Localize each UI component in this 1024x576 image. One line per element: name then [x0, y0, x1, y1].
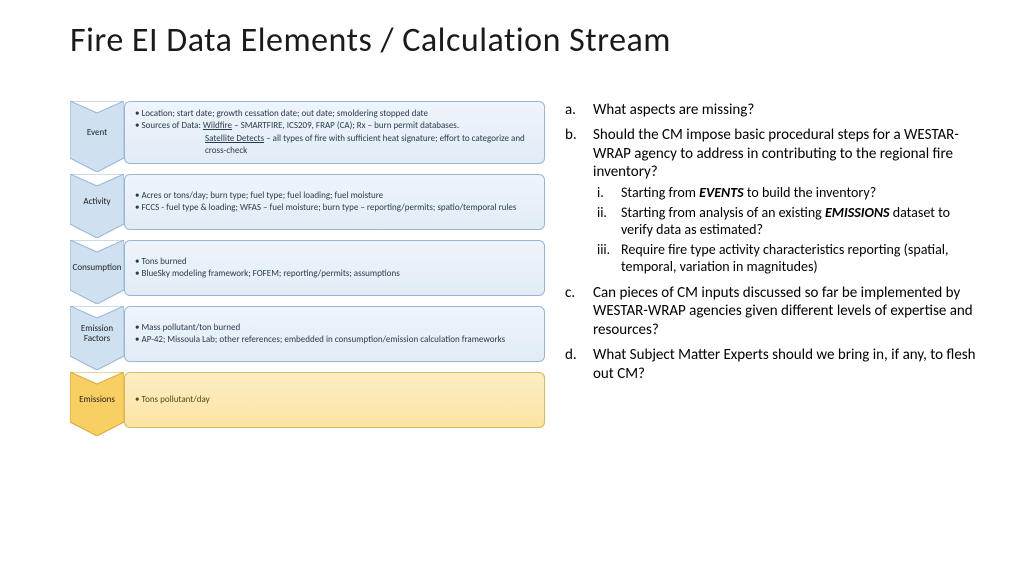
- question-item: d.What Subject Matter Experts should we …: [565, 346, 984, 384]
- stream-box: Acres or tons/day; burn type; fuel type;…: [124, 174, 545, 230]
- stream-row: Emission FactorsMass pollutant/ton burne…: [70, 306, 545, 362]
- stream-row: Emissions Tons pollutant/day: [70, 372, 545, 428]
- stream-line: Tons burned: [135, 256, 534, 268]
- sub-question-text: Starting from EVENTS to build the invent…: [621, 184, 984, 202]
- list-marker: i.: [593, 184, 621, 202]
- chevron-icon: Emissions: [70, 372, 124, 428]
- stream-diagram: Event Location; start date; growth cessat…: [70, 101, 545, 438]
- list-marker: a.: [565, 101, 593, 120]
- chevron-label: Event: [85, 128, 109, 138]
- stream-line: BlueSky modeling framework; FOFEM; repor…: [135, 268, 534, 280]
- chevron-icon: Consumption: [70, 240, 124, 296]
- question-list: a.What aspects are missing?b.Should the …: [565, 101, 984, 383]
- stream-line: FCCS - fuel type & loading; WFAS – fuel …: [135, 202, 534, 214]
- sub-question-text: Starting from analysis of an existing EM…: [621, 204, 984, 239]
- page-title: Fire EI Data Elements / Calculation Stre…: [70, 20, 984, 61]
- list-marker: c.: [565, 284, 593, 340]
- chevron-icon: Event: [70, 101, 124, 164]
- stream-box: Mass pollutant/ton burnedAP-42; Missoula…: [124, 306, 545, 362]
- chevron-label: Consumption: [71, 263, 124, 273]
- stream-row: Activity Acres or tons/day; burn type; fu…: [70, 174, 545, 230]
- sub-question-item: i.Starting from EVENTS to build the inve…: [593, 184, 984, 202]
- question-item: a.What aspects are missing?: [565, 101, 984, 120]
- stream-line: Acres or tons/day; burn type; fuel type;…: [135, 190, 534, 202]
- list-marker: iii.: [593, 241, 621, 276]
- question-text: Can pieces of CM inputs discussed so far…: [593, 284, 984, 340]
- question-item: b.Should the CM impose basic procedural …: [565, 126, 984, 278]
- question-text: What aspects are missing?: [593, 101, 984, 120]
- stream-line: AP-42; Missoula Lab; other references; e…: [135, 334, 534, 346]
- stream-box: Tons burnedBlueSky modeling framework; F…: [124, 240, 545, 296]
- list-marker: d.: [565, 346, 593, 384]
- stream-line: Mass pollutant/ton burned: [135, 322, 534, 334]
- sub-question-item: ii.Starting from analysis of an existing…: [593, 204, 984, 239]
- chevron-label: Activity: [81, 197, 112, 207]
- sub-question-item: iii.Require fire type activity character…: [593, 241, 984, 276]
- chevron-icon: Emission Factors: [70, 306, 124, 362]
- content-columns: Event Location; start date; growth cessat…: [70, 101, 984, 438]
- question-item: c.Can pieces of CM inputs discussed so f…: [565, 284, 984, 340]
- stream-line: Tons pollutant/day: [135, 394, 534, 406]
- sub-question-text: Require fire type activity characteristi…: [621, 241, 984, 276]
- sub-question-list: i.Starting from EVENTS to build the inve…: [593, 184, 984, 276]
- stream-line: Sources of Data: Wildfire – SMARTFIRE, I…: [135, 120, 534, 132]
- question-text: What Subject Matter Experts should we br…: [593, 346, 984, 384]
- question-text: Should the CM impose basic procedural st…: [593, 126, 984, 278]
- list-marker: b.: [565, 126, 593, 278]
- slide: Fire EI Data Elements / Calculation Stre…: [0, 0, 1024, 576]
- chevron-label: Emission Factors: [70, 324, 124, 344]
- stream-row: ConsumptionTons burnedBlueSky modeling f…: [70, 240, 545, 296]
- question-panel: a.What aspects are missing?b.Should the …: [565, 101, 984, 438]
- chevron-icon: Activity: [70, 174, 124, 230]
- stream-line: Location; start date; growth cessation d…: [135, 108, 534, 120]
- stream-row: Event Location; start date; growth cessat…: [70, 101, 545, 164]
- list-marker: ii.: [593, 204, 621, 239]
- stream-box: Tons pollutant/day: [124, 372, 545, 428]
- stream-box: Location; start date; growth cessation d…: [124, 101, 545, 164]
- chevron-label: Emissions: [77, 395, 117, 405]
- stream-line-indent: Satellite Detects – all types of fire wi…: [135, 133, 534, 157]
